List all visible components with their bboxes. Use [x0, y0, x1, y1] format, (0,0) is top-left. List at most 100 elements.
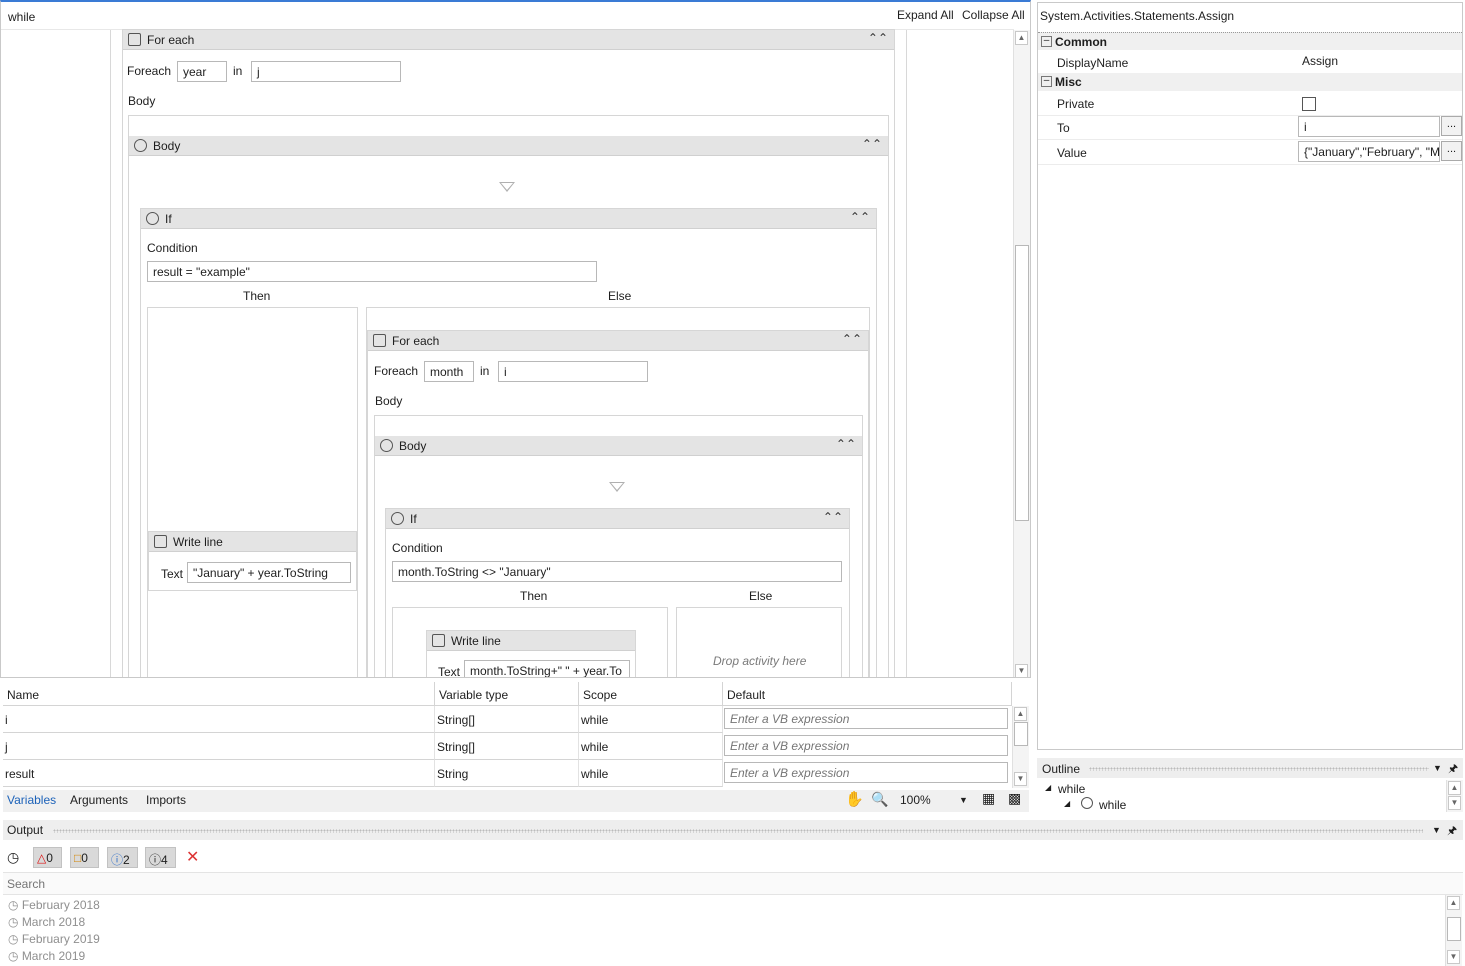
pan-hand-icon[interactable]: ✋	[845, 790, 864, 808]
tab-variables[interactable]: Variables	[7, 793, 56, 807]
tab-imports[interactable]: Imports	[146, 793, 186, 807]
var-scope-cell[interactable]: while	[579, 733, 723, 760]
log-line[interactable]: ◷ March 2018	[8, 915, 85, 929]
inner-body-activity[interactable]: Body ⌃⌃ If ⌃⌃ Condition month.ToString <…	[375, 436, 862, 677]
collapse-box-icon[interactable]: –	[1041, 36, 1052, 47]
writeline-header[interactable]: Write line	[149, 532, 356, 552]
var-name-cell[interactable]: result	[3, 760, 435, 787]
writeline2-text-field[interactable]: month.ToString+" " + year.To	[464, 660, 630, 677]
category-misc[interactable]: – Misc	[1038, 73, 1462, 91]
scroll-down-icon[interactable]: ▼	[1014, 772, 1027, 786]
errors-filter[interactable]: △0	[33, 847, 62, 868]
scroll-up-icon[interactable]: ▲	[1015, 31, 1028, 45]
overview-map-icon[interactable]: ▩	[1008, 790, 1021, 807]
zoom-level[interactable]: 100%	[900, 793, 931, 807]
log-line[interactable]: ◷ February 2018	[8, 898, 100, 912]
clock-icon[interactable]: ◷	[7, 849, 19, 866]
var-scope-cell[interactable]: while	[579, 706, 723, 733]
info-filter[interactable]: ⓘ2	[107, 847, 138, 868]
outer-foreach-header[interactable]: For each ⌃⌃	[123, 30, 894, 50]
var-name-cell[interactable]: j	[3, 733, 435, 760]
writeline-activity[interactable]: Write line Text "January" + year.ToStrin…	[148, 531, 357, 591]
collapse-box-icon[interactable]: –	[1041, 76, 1052, 87]
collapse-chevron-icon[interactable]: ⌃⌃	[842, 332, 862, 346]
pin-icon[interactable]: 🖈	[1447, 822, 1457, 841]
category-common[interactable]: – Common	[1038, 32, 1462, 50]
log-line[interactable]: ◷ March 2019	[8, 949, 85, 963]
outer-body-header[interactable]: Body ⌃⌃	[129, 136, 888, 156]
var-type-cell[interactable]: String	[435, 760, 579, 787]
inner-then-branch[interactable]: Write line Text month.ToString+" " + yea…	[392, 607, 668, 677]
inner-if-header[interactable]: If ⌃⌃	[386, 509, 849, 529]
collapse-all-link[interactable]: Collapse All	[962, 8, 1025, 22]
var-scope-cell[interactable]: while	[579, 760, 723, 787]
var-type-cell[interactable]: String[]	[435, 733, 579, 760]
col-default[interactable]: Default	[723, 682, 1012, 706]
outer-then-branch[interactable]: Write line Text "January" + year.ToStrin…	[147, 307, 358, 677]
var-name-cell[interactable]: i	[3, 706, 435, 733]
scroll-thumb[interactable]	[1014, 722, 1028, 746]
outer-if-header[interactable]: If ⌃⌃	[141, 209, 876, 229]
foreach-collection-field[interactable]: j	[251, 61, 401, 82]
var-type-cell[interactable]: String[]	[435, 706, 579, 733]
outer-if-activity[interactable]: If ⌃⌃ Condition result = "example" Then …	[140, 208, 877, 677]
inner-foreach-header[interactable]: For each ⌃⌃	[368, 331, 868, 351]
drop-arrow-icon[interactable]	[609, 482, 625, 492]
inner-foreach-activity[interactable]: For each ⌃⌃ Foreach month in i Body Body…	[367, 330, 869, 677]
scroll-down-icon[interactable]: ▼	[1448, 796, 1461, 810]
writeline2-activity[interactable]: Write line Text month.ToString+" " + yea…	[426, 630, 636, 677]
scroll-thumb[interactable]	[1015, 245, 1029, 521]
warnings-filter[interactable]: □0	[70, 847, 99, 868]
designer-scrollbar[interactable]: ▲ ▼	[1013, 30, 1030, 677]
tab-arguments[interactable]: Arguments	[70, 793, 128, 807]
panel-menu-icon[interactable]: ▼	[1433, 763, 1442, 773]
collapse-chevron-icon[interactable]: ⌃⌃	[868, 31, 888, 45]
collapse-chevron-icon[interactable]: ⌃⌃	[823, 510, 843, 524]
outer-condition-field[interactable]: result = "example"	[147, 261, 597, 282]
scroll-up-icon[interactable]: ▲	[1014, 707, 1027, 721]
to-ellipsis-button[interactable]: ...	[1441, 116, 1462, 136]
zoom-magnifier-icon[interactable]: 🔍	[871, 791, 888, 808]
trace-filter[interactable]: ⓘ4	[145, 847, 176, 868]
inner-else-branch[interactable]: Drop activity here	[676, 607, 842, 677]
scroll-up-icon[interactable]: ▲	[1447, 896, 1460, 910]
collapse-chevron-icon[interactable]: ⌃⌃	[836, 437, 856, 451]
expand-arrow-icon[interactable]: ◢	[1064, 799, 1070, 808]
expand-all-link[interactable]: Expand All	[897, 8, 954, 22]
log-line[interactable]: ◷ February 2019	[8, 932, 100, 946]
col-variable-type[interactable]: Variable type	[435, 682, 579, 706]
expand-arrow-icon[interactable]: ◢	[1045, 783, 1051, 792]
writeline2-header[interactable]: Write line	[427, 631, 635, 651]
writeline-text-field[interactable]: "January" + year.ToString	[187, 562, 351, 583]
outer-foreach-activity[interactable]: For each ⌃⌃ Foreach year in j Body Body …	[122, 29, 895, 677]
panel-menu-icon[interactable]: ▼	[1432, 825, 1441, 835]
outline-root-item[interactable]: while	[1058, 782, 1085, 796]
output-scrollbar[interactable]: ▲ ▼	[1445, 895, 1462, 966]
scroll-down-icon[interactable]: ▼	[1015, 664, 1028, 677]
collapse-chevron-icon[interactable]: ⌃⌃	[850, 210, 870, 224]
outer-body-activity[interactable]: Body ⌃⌃ If ⌃⌃ Condition result = "exampl…	[129, 136, 888, 677]
var-default-input[interactable]	[724, 735, 1008, 756]
collapse-chevron-icon[interactable]: ⌃⌃	[862, 137, 882, 151]
scroll-up-icon[interactable]: ▲	[1448, 781, 1461, 795]
private-checkbox[interactable]	[1302, 97, 1316, 111]
workflow-designer[interactable]: while Expand All Collapse All For each ⌃…	[0, 0, 1031, 678]
variables-grid[interactable]: Name Variable type Scope Default i Strin…	[3, 682, 1029, 788]
zoom-dropdown-icon[interactable]: ▼	[959, 795, 968, 805]
col-scope[interactable]: Scope	[579, 682, 723, 706]
var-default-input[interactable]	[724, 762, 1008, 783]
inner-body-header[interactable]: Body ⌃⌃	[375, 436, 862, 456]
outline-scrollbar[interactable]: ▲ ▼	[1446, 780, 1463, 812]
var-default-input[interactable]	[724, 708, 1008, 729]
to-input[interactable]: i	[1298, 116, 1440, 137]
inner-foreach-collection-field[interactable]: i	[498, 361, 648, 382]
breadcrumb[interactable]: while	[8, 10, 35, 24]
value-ellipsis-button[interactable]: ...	[1441, 141, 1462, 161]
scroll-thumb[interactable]	[1447, 917, 1461, 941]
variables-scrollbar[interactable]: ▲ ▼	[1012, 706, 1029, 788]
fit-to-screen-icon[interactable]: ▦	[982, 790, 995, 807]
inner-foreach-item-field[interactable]: month	[424, 361, 474, 382]
inner-condition-field[interactable]: month.ToString <> "January"	[392, 561, 842, 582]
foreach-item-field[interactable]: year	[177, 61, 227, 82]
outline-child-item[interactable]: while	[1099, 798, 1126, 812]
